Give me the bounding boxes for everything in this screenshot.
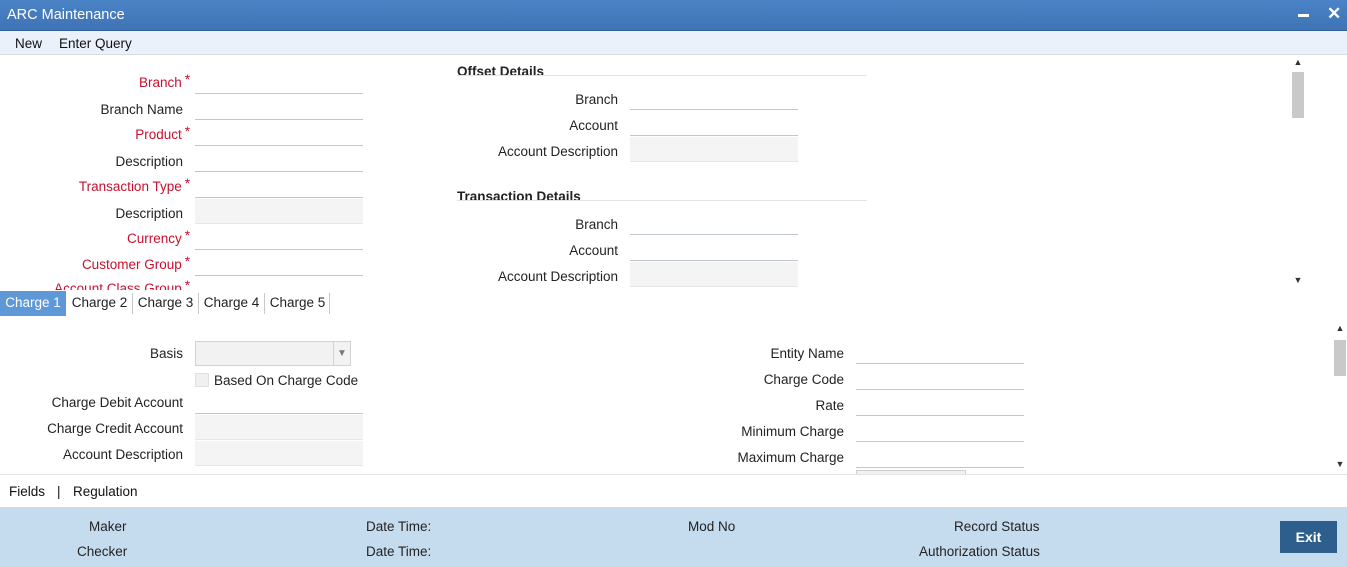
maker-label: Maker — [89, 519, 127, 534]
based-on-charge-code-checkbox[interactable] — [195, 373, 209, 387]
maximum-charge-input[interactable] — [856, 443, 1024, 468]
txn-branch-label: Branch — [575, 217, 618, 232]
txn-account-description-field — [630, 262, 798, 287]
account-class-group-label: Account Class Group * — [54, 278, 190, 290]
tab-charge-2[interactable]: Charge 2 — [67, 291, 132, 316]
customer-group-input[interactable] — [195, 251, 363, 276]
clipped-row: Account Class Group * — [0, 277, 300, 290]
maximum-charge-label: Maximum Charge — [737, 450, 844, 465]
header-scrollbar-thumb[interactable] — [1292, 72, 1304, 118]
transaction-type-input[interactable] — [195, 173, 363, 198]
title-bar: ARC Maintenance ✕ — [0, 0, 1347, 31]
entity-name-input[interactable] — [856, 339, 1024, 364]
offset-account-input[interactable] — [630, 111, 798, 136]
nav-separator: | — [57, 484, 61, 499]
chevron-down-icon[interactable]: ▼ — [333, 342, 350, 365]
charge-scrollbar-thumb[interactable] — [1334, 340, 1346, 376]
branch-label: Branch * — [138, 72, 190, 90]
offset-account-description-label: Account Description — [497, 144, 618, 159]
transaction-details-divider — [457, 200, 867, 201]
audit-footer: Maker Checker Date Time: Date Time: Mod … — [0, 507, 1347, 567]
offset-account-description-field — [630, 137, 798, 162]
charge-credit-account-field — [195, 415, 363, 440]
charge-debit-account-input[interactable] — [195, 389, 363, 414]
record-status-label: Record Status — [954, 519, 1040, 534]
offset-branch-input[interactable] — [630, 85, 798, 110]
product-description-input[interactable] — [195, 147, 363, 172]
offset-details-divider — [457, 75, 867, 76]
maker-date-time-label: Date Time: — [366, 519, 432, 534]
checker-label: Checker — [77, 544, 128, 559]
charge-scrollbar[interactable]: ▲ ▼ — [1333, 322, 1347, 474]
offset-branch-label: Branch — [575, 92, 618, 107]
minimum-charge-input[interactable] — [856, 417, 1024, 442]
entity-name-label: Entity Name — [770, 346, 844, 361]
header-scrollbar[interactable]: ▲ ▼ — [1291, 56, 1305, 290]
charge-account-description-label: Account Description — [62, 447, 183, 462]
scroll-up-icon[interactable]: ▲ — [1291, 57, 1305, 67]
enter-query-menu-item[interactable]: Enter Query — [59, 36, 132, 51]
customer-group-label: Customer Group * — [81, 254, 190, 272]
product-label: Product * — [135, 124, 190, 142]
txn-branch-input[interactable] — [630, 210, 798, 235]
branch-name-label: Branch Name — [100, 102, 183, 117]
transaction-description-field — [195, 199, 363, 224]
charge-code-input[interactable] — [856, 365, 1024, 390]
basis-label: Basis — [149, 346, 183, 361]
product-input[interactable] — [195, 121, 363, 146]
tab-separator — [329, 293, 330, 314]
bottom-nav: Fields | Regulation — [0, 474, 1347, 507]
charge-account-description-field — [195, 441, 363, 466]
checker-date-time-label: Date Time: — [366, 544, 432, 559]
new-menu-item[interactable]: New — [15, 36, 42, 51]
branch-input[interactable] — [195, 69, 363, 94]
offset-details-heading: Offset Details — [457, 64, 545, 79]
tab-charge-1[interactable]: Charge 1 — [0, 291, 66, 316]
transaction-details-heading: Transaction Details — [457, 189, 581, 204]
mod-no-label: Mod No — [688, 519, 736, 534]
txn-account-description-label: Account Description — [497, 269, 618, 284]
authorization-status-label: Authorization Status — [919, 544, 1040, 559]
tab-charge-4[interactable]: Charge 4 — [199, 291, 264, 316]
currency-input[interactable] — [195, 225, 363, 250]
transaction-description-label: Description — [115, 206, 183, 221]
minimize-icon[interactable] — [1298, 14, 1309, 17]
close-icon[interactable]: ✕ — [1327, 4, 1341, 24]
basis-select[interactable]: ▼ — [195, 341, 351, 366]
charge-credit-account-label: Charge Credit Account — [47, 421, 183, 436]
transaction-type-label: Transaction Type * — [78, 176, 190, 194]
product-description-label: Description — [115, 154, 183, 169]
charge-debit-account-label: Charge Debit Account — [51, 395, 183, 410]
txn-account-input[interactable] — [630, 236, 798, 261]
menu-bar: New Enter Query — [0, 31, 1347, 55]
scroll-down-icon[interactable]: ▼ — [1291, 275, 1305, 285]
txn-account-label: Account — [569, 243, 618, 258]
fields-link[interactable]: Fields — [9, 484, 45, 499]
regulation-link[interactable]: Regulation — [73, 484, 138, 499]
offset-account-label: Account — [569, 118, 618, 133]
charge-code-label: Charge Code — [763, 372, 844, 387]
scroll-up-icon[interactable]: ▲ — [1333, 323, 1347, 333]
tab-charge-5[interactable]: Charge 5 — [265, 291, 330, 316]
rate-input[interactable] — [856, 391, 1024, 416]
based-on-charge-code-label: Based On Charge Code — [214, 373, 359, 388]
branch-name-input[interactable] — [195, 95, 363, 120]
currency-label: Currency * — [126, 228, 190, 246]
tab-charge-3[interactable]: Charge 3 — [133, 291, 198, 316]
rate-label: Rate — [815, 398, 844, 413]
exit-button[interactable]: Exit — [1280, 521, 1337, 553]
window-title: ARC Maintenance — [7, 7, 125, 23]
minimum-charge-label: Minimum Charge — [741, 424, 844, 439]
scroll-down-icon[interactable]: ▼ — [1333, 459, 1347, 469]
